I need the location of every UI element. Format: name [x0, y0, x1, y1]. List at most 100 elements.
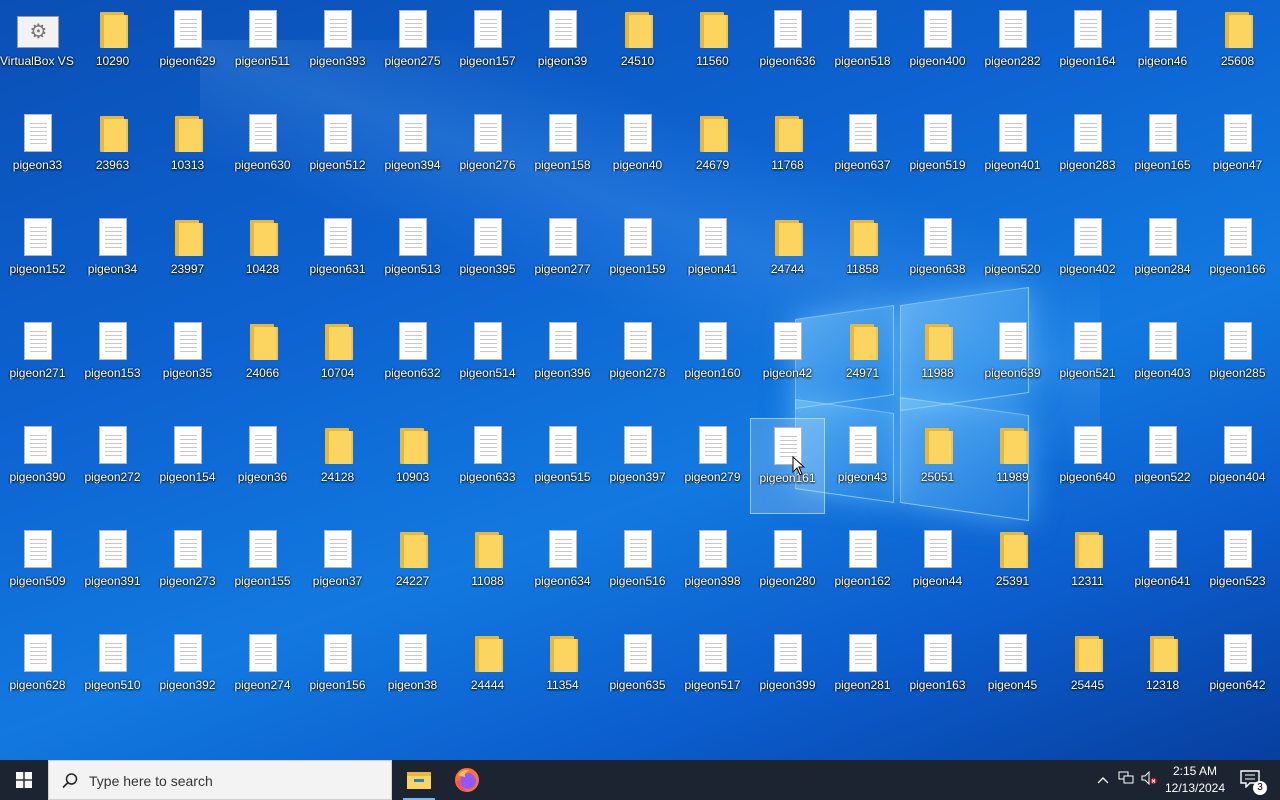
desktop-file[interactable]: pigeon634: [525, 522, 600, 618]
desktop-folder[interactable]: 11988: [900, 314, 975, 410]
desktop-folder[interactable]: 11858: [825, 210, 900, 306]
desktop-file[interactable]: pigeon509: [0, 522, 75, 618]
desktop-folder[interactable]: 10313: [150, 106, 225, 202]
action-center-button[interactable]: 3: [1232, 760, 1272, 800]
desktop-file[interactable]: pigeon35: [150, 314, 225, 410]
desktop-file[interactable]: pigeon518: [825, 2, 900, 98]
desktop-file[interactable]: pigeon273: [150, 522, 225, 618]
desktop-file[interactable]: pigeon399: [750, 626, 825, 722]
desktop-file[interactable]: pigeon152: [0, 210, 75, 306]
desktop-folder[interactable]: 11354: [525, 626, 600, 722]
desktop-file[interactable]: pigeon275: [375, 2, 450, 98]
desktop-folder[interactable]: 25391: [975, 522, 1050, 618]
desktop-file[interactable]: pigeon284: [1125, 210, 1200, 306]
taskbar-search-box[interactable]: Type here to search: [48, 760, 392, 800]
desktop-file[interactable]: pigeon162: [825, 522, 900, 618]
desktop-file[interactable]: pigeon635: [600, 626, 675, 722]
desktop-file[interactable]: pigeon157: [450, 2, 525, 98]
desktop-file[interactable]: pigeon156: [300, 626, 375, 722]
desktop-file[interactable]: pigeon395: [450, 210, 525, 306]
desktop-file[interactable]: pigeon163: [900, 626, 975, 722]
desktop-file[interactable]: pigeon40: [600, 106, 675, 202]
desktop-file[interactable]: pigeon514: [450, 314, 525, 410]
desktop-file[interactable]: pigeon46: [1125, 2, 1200, 98]
start-button[interactable]: [0, 760, 48, 800]
taskbar-file-explorer[interactable]: [395, 760, 443, 800]
desktop-file[interactable]: pigeon520: [975, 210, 1050, 306]
desktop-file[interactable]: pigeon630: [225, 106, 300, 202]
desktop-folder[interactable]: 24444: [450, 626, 525, 722]
desktop-file[interactable]: pigeon637: [825, 106, 900, 202]
desktop-shortcut[interactable]: ⚙ VirtualBox VS Studio: [0, 2, 75, 98]
desktop-file[interactable]: pigeon391: [75, 522, 150, 618]
desktop-folder[interactable]: 25051: [900, 418, 975, 514]
desktop-file[interactable]: pigeon402: [1050, 210, 1125, 306]
desktop-folder[interactable]: 25445: [1050, 626, 1125, 722]
desktop-folder[interactable]: 24679: [675, 106, 750, 202]
desktop-folder[interactable]: 24744: [750, 210, 825, 306]
desktop-file[interactable]: pigeon516: [600, 522, 675, 618]
desktop-file[interactable]: pigeon285: [1200, 314, 1275, 410]
desktop-file[interactable]: pigeon161: [750, 418, 825, 514]
desktop-file[interactable]: pigeon401: [975, 106, 1050, 202]
desktop-file[interactable]: pigeon639: [975, 314, 1050, 410]
desktop-file[interactable]: pigeon393: [300, 2, 375, 98]
desktop-file[interactable]: pigeon272: [75, 418, 150, 514]
desktop-file[interactable]: pigeon629: [150, 2, 225, 98]
desktop-file[interactable]: pigeon640: [1050, 418, 1125, 514]
desktop-file[interactable]: pigeon633: [450, 418, 525, 514]
desktop-file[interactable]: pigeon515: [525, 418, 600, 514]
desktop-file[interactable]: pigeon396: [525, 314, 600, 410]
desktop-file[interactable]: pigeon632: [375, 314, 450, 410]
desktop-file[interactable]: pigeon636: [750, 2, 825, 98]
desktop-file[interactable]: pigeon277: [525, 210, 600, 306]
desktop-file[interactable]: pigeon513: [375, 210, 450, 306]
desktop-file[interactable]: pigeon36: [225, 418, 300, 514]
desktop-folder[interactable]: 24227: [375, 522, 450, 618]
desktop-file[interactable]: pigeon397: [600, 418, 675, 514]
desktop-file[interactable]: pigeon45: [975, 626, 1050, 722]
desktop-file[interactable]: pigeon281: [825, 626, 900, 722]
desktop-file[interactable]: pigeon44: [900, 522, 975, 618]
desktop-file[interactable]: pigeon631: [300, 210, 375, 306]
desktop-file[interactable]: pigeon519: [900, 106, 975, 202]
desktop-folder[interactable]: 11768: [750, 106, 825, 202]
desktop-file[interactable]: pigeon521: [1050, 314, 1125, 410]
desktop-folder[interactable]: 23963: [75, 106, 150, 202]
desktop-file[interactable]: pigeon43: [825, 418, 900, 514]
chevron-up-icon[interactable]: [1094, 771, 1112, 789]
desktop-folder[interactable]: 10704: [300, 314, 375, 410]
desktop-folder[interactable]: 11989: [975, 418, 1050, 514]
desktop-file[interactable]: pigeon642: [1200, 626, 1275, 722]
network-icon[interactable]: [1117, 771, 1135, 789]
desktop-file[interactable]: pigeon403: [1125, 314, 1200, 410]
desktop-file[interactable]: pigeon282: [975, 2, 1050, 98]
desktop-file[interactable]: pigeon394: [375, 106, 450, 202]
volume-muted-icon[interactable]: [1140, 770, 1158, 789]
desktop-folder[interactable]: 12311: [1050, 522, 1125, 618]
desktop-file[interactable]: pigeon628: [0, 626, 75, 722]
desktop-file[interactable]: pigeon510: [75, 626, 150, 722]
desktop-file[interactable]: pigeon274: [225, 626, 300, 722]
desktop-folder[interactable]: 10428: [225, 210, 300, 306]
desktop-file[interactable]: pigeon279: [675, 418, 750, 514]
desktop-file[interactable]: pigeon404: [1200, 418, 1275, 514]
desktop-file[interactable]: pigeon271: [0, 314, 75, 410]
desktop-file[interactable]: pigeon276: [450, 106, 525, 202]
desktop-file[interactable]: pigeon160: [675, 314, 750, 410]
desktop-file[interactable]: pigeon517: [675, 626, 750, 722]
desktop-folder[interactable]: 11560: [675, 2, 750, 98]
desktop-file[interactable]: pigeon165: [1125, 106, 1200, 202]
desktop-folder[interactable]: 10290: [75, 2, 150, 98]
taskbar-clock[interactable]: 2:15 AM 12/13/2024: [1163, 763, 1227, 797]
desktop-file[interactable]: pigeon37: [300, 522, 375, 618]
desktop-folder[interactable]: 12318: [1125, 626, 1200, 722]
desktop-file[interactable]: pigeon641: [1125, 522, 1200, 618]
desktop-folder[interactable]: 24128: [300, 418, 375, 514]
desktop-file[interactable]: pigeon38: [375, 626, 450, 722]
desktop-file[interactable]: pigeon523: [1200, 522, 1275, 618]
desktop-file[interactable]: pigeon638: [900, 210, 975, 306]
desktop-file[interactable]: pigeon390: [0, 418, 75, 514]
desktop-file[interactable]: pigeon153: [75, 314, 150, 410]
desktop-file[interactable]: pigeon166: [1200, 210, 1275, 306]
